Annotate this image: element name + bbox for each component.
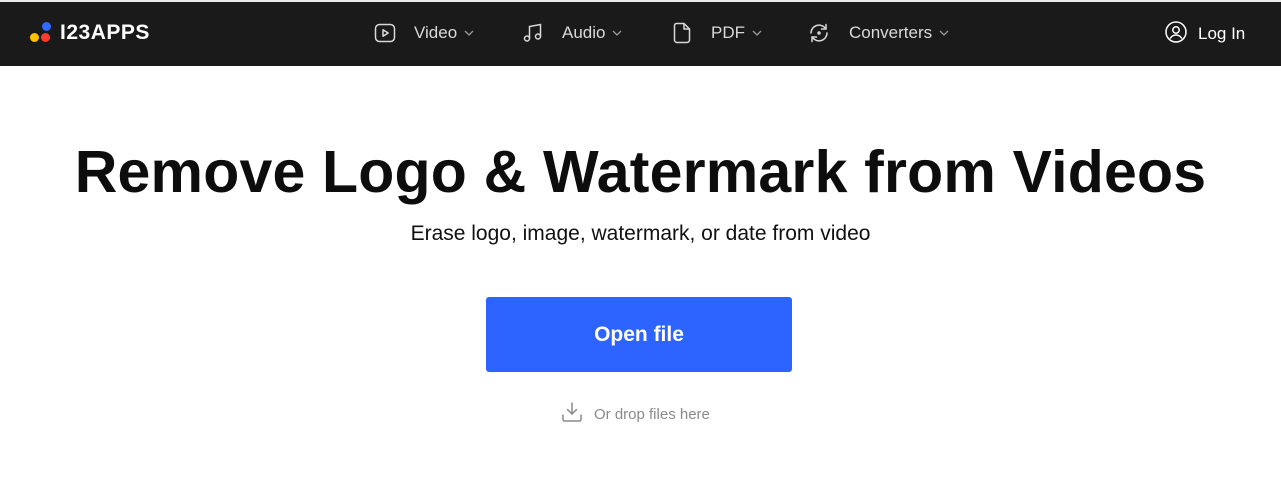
open-file-button[interactable]: Open file: [486, 297, 792, 372]
page-title: Remove Logo & Watermark from Videos: [74, 139, 1207, 205]
nav-label-converters: Converters: [849, 23, 933, 42]
login-label: Log In: [1198, 24, 1246, 43]
nav-menu-audio[interactable]: Audio: [521, 19, 623, 47]
top-navigation-bar: I23APPS Video Audio PDF Converters Log I…: [0, 0, 1281, 66]
brand-logo-link[interactable]: I23APPS: [29, 19, 150, 47]
document-icon: [670, 21, 694, 45]
chevron-down-icon: [938, 27, 950, 39]
nav-menu-converters[interactable]: Converters: [806, 19, 950, 47]
nav-label-pdf: PDF: [711, 23, 745, 42]
drop-zone-hint[interactable]: Or drop files here: [560, 401, 710, 427]
music-note-icon: [521, 21, 545, 45]
convert-arrows-icon: [806, 20, 832, 46]
chevron-down-icon: [751, 27, 763, 39]
video-play-icon: [373, 21, 397, 45]
logo-dot-blue: [42, 22, 51, 31]
logo-dot-red: [41, 33, 50, 42]
nav-label-audio: Audio: [562, 23, 606, 42]
chevron-down-icon: [611, 27, 623, 39]
nav-menu-pdf[interactable]: PDF: [670, 19, 763, 47]
top-edge-divider: [0, 0, 1281, 2]
nav-menu-video[interactable]: Video: [373, 19, 475, 47]
login-button[interactable]: Log In: [1164, 20, 1245, 48]
logo-dot-yellow: [30, 33, 39, 42]
drop-files-label: Or drop files here: [594, 405, 710, 423]
chevron-down-icon: [463, 27, 475, 39]
logo-dots-icon: [29, 21, 51, 45]
nav-label-video: Video: [414, 23, 458, 42]
page-subtitle: Erase logo, image, watermark, or date fr…: [410, 222, 871, 245]
download-icon: [560, 400, 584, 428]
user-icon: [1164, 20, 1188, 49]
brand-name: I23APPS: [60, 21, 150, 44]
